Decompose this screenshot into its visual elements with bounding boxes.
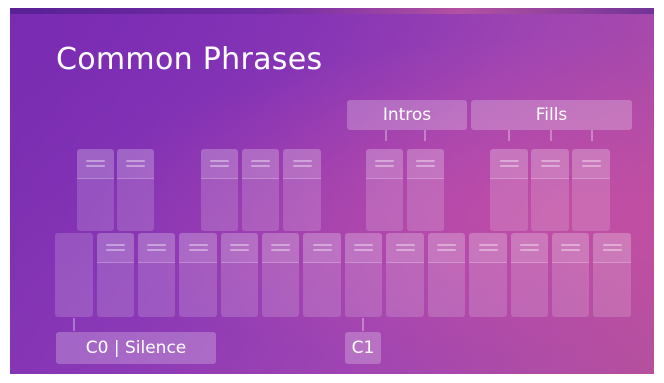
key-cap (386, 233, 424, 263)
lower-key-7[interactable] (303, 233, 341, 317)
lower-key-6[interactable] (262, 233, 299, 317)
c0-silence-marker: C0 | Silence (56, 332, 216, 364)
intros-label: Intros (382, 105, 432, 125)
upper-key-1[interactable] (77, 149, 114, 231)
key-cap (428, 233, 465, 263)
lower-key-14[interactable] (593, 233, 631, 317)
key-cap (283, 149, 321, 179)
lower-key-3[interactable] (138, 233, 175, 317)
upper-key-7[interactable] (407, 149, 444, 231)
upper-key-4[interactable] (242, 149, 279, 231)
key-cap (593, 233, 631, 263)
key-cap (262, 233, 299, 263)
fills-group-label: Fills (471, 100, 632, 130)
panel-title: Common Phrases (56, 42, 323, 77)
c1-tick (362, 318, 364, 331)
upper-key-5[interactable] (283, 149, 321, 231)
lower-key-9[interactable] (386, 233, 424, 317)
upper-key-3[interactable] (201, 149, 238, 231)
key-cap (117, 149, 154, 179)
upper-key-2[interactable] (117, 149, 154, 231)
fills-tick-2 (550, 130, 552, 141)
fills-label: Fills (535, 105, 568, 125)
key-cap (366, 149, 403, 179)
upper-key-9[interactable] (531, 149, 569, 231)
upper-key-8[interactable] (490, 149, 528, 231)
key-cap (179, 233, 217, 263)
lower-key-c1[interactable] (345, 233, 382, 317)
upper-key-10[interactable] (572, 149, 610, 231)
lower-key-4[interactable] (179, 233, 217, 317)
lower-key-5[interactable] (221, 233, 258, 317)
upper-key-6[interactable] (366, 149, 403, 231)
key-cap (242, 149, 279, 179)
key-cap (531, 149, 569, 179)
key-cap (572, 149, 610, 179)
lower-key-10[interactable] (428, 233, 465, 317)
key-cap (511, 233, 548, 263)
common-phrases-panel: Common Phrases Intros Fills C0 | Silence… (10, 8, 654, 374)
key-cap (201, 149, 238, 179)
intros-group-label: Intros (347, 100, 467, 130)
lower-key-c0-silence[interactable] (55, 233, 93, 317)
key-cap (221, 233, 258, 263)
lower-key-12[interactable] (511, 233, 548, 317)
key-cap (97, 233, 134, 263)
fills-tick-3 (591, 130, 593, 141)
intros-tick-1 (385, 130, 387, 141)
key-cap (469, 233, 507, 263)
key-cap (490, 149, 528, 179)
fills-tick-1 (508, 130, 510, 141)
c0-tick (73, 318, 75, 331)
c1-marker: C1 (345, 332, 381, 364)
window: Common Phrases Intros Fills C0 | Silence… (0, 0, 664, 383)
c1-label: C1 (351, 338, 375, 358)
key-cap (552, 233, 589, 263)
c0-silence-label: C0 | Silence (85, 338, 187, 358)
key-cap (138, 233, 175, 263)
key-cap (407, 149, 444, 179)
key-cap (345, 233, 382, 263)
key-cap (303, 233, 341, 263)
lower-key-11[interactable] (469, 233, 507, 317)
lower-key-13[interactable] (552, 233, 589, 317)
lower-key-2[interactable] (97, 233, 134, 317)
key-cap (77, 149, 114, 179)
intros-tick-2 (424, 130, 426, 141)
